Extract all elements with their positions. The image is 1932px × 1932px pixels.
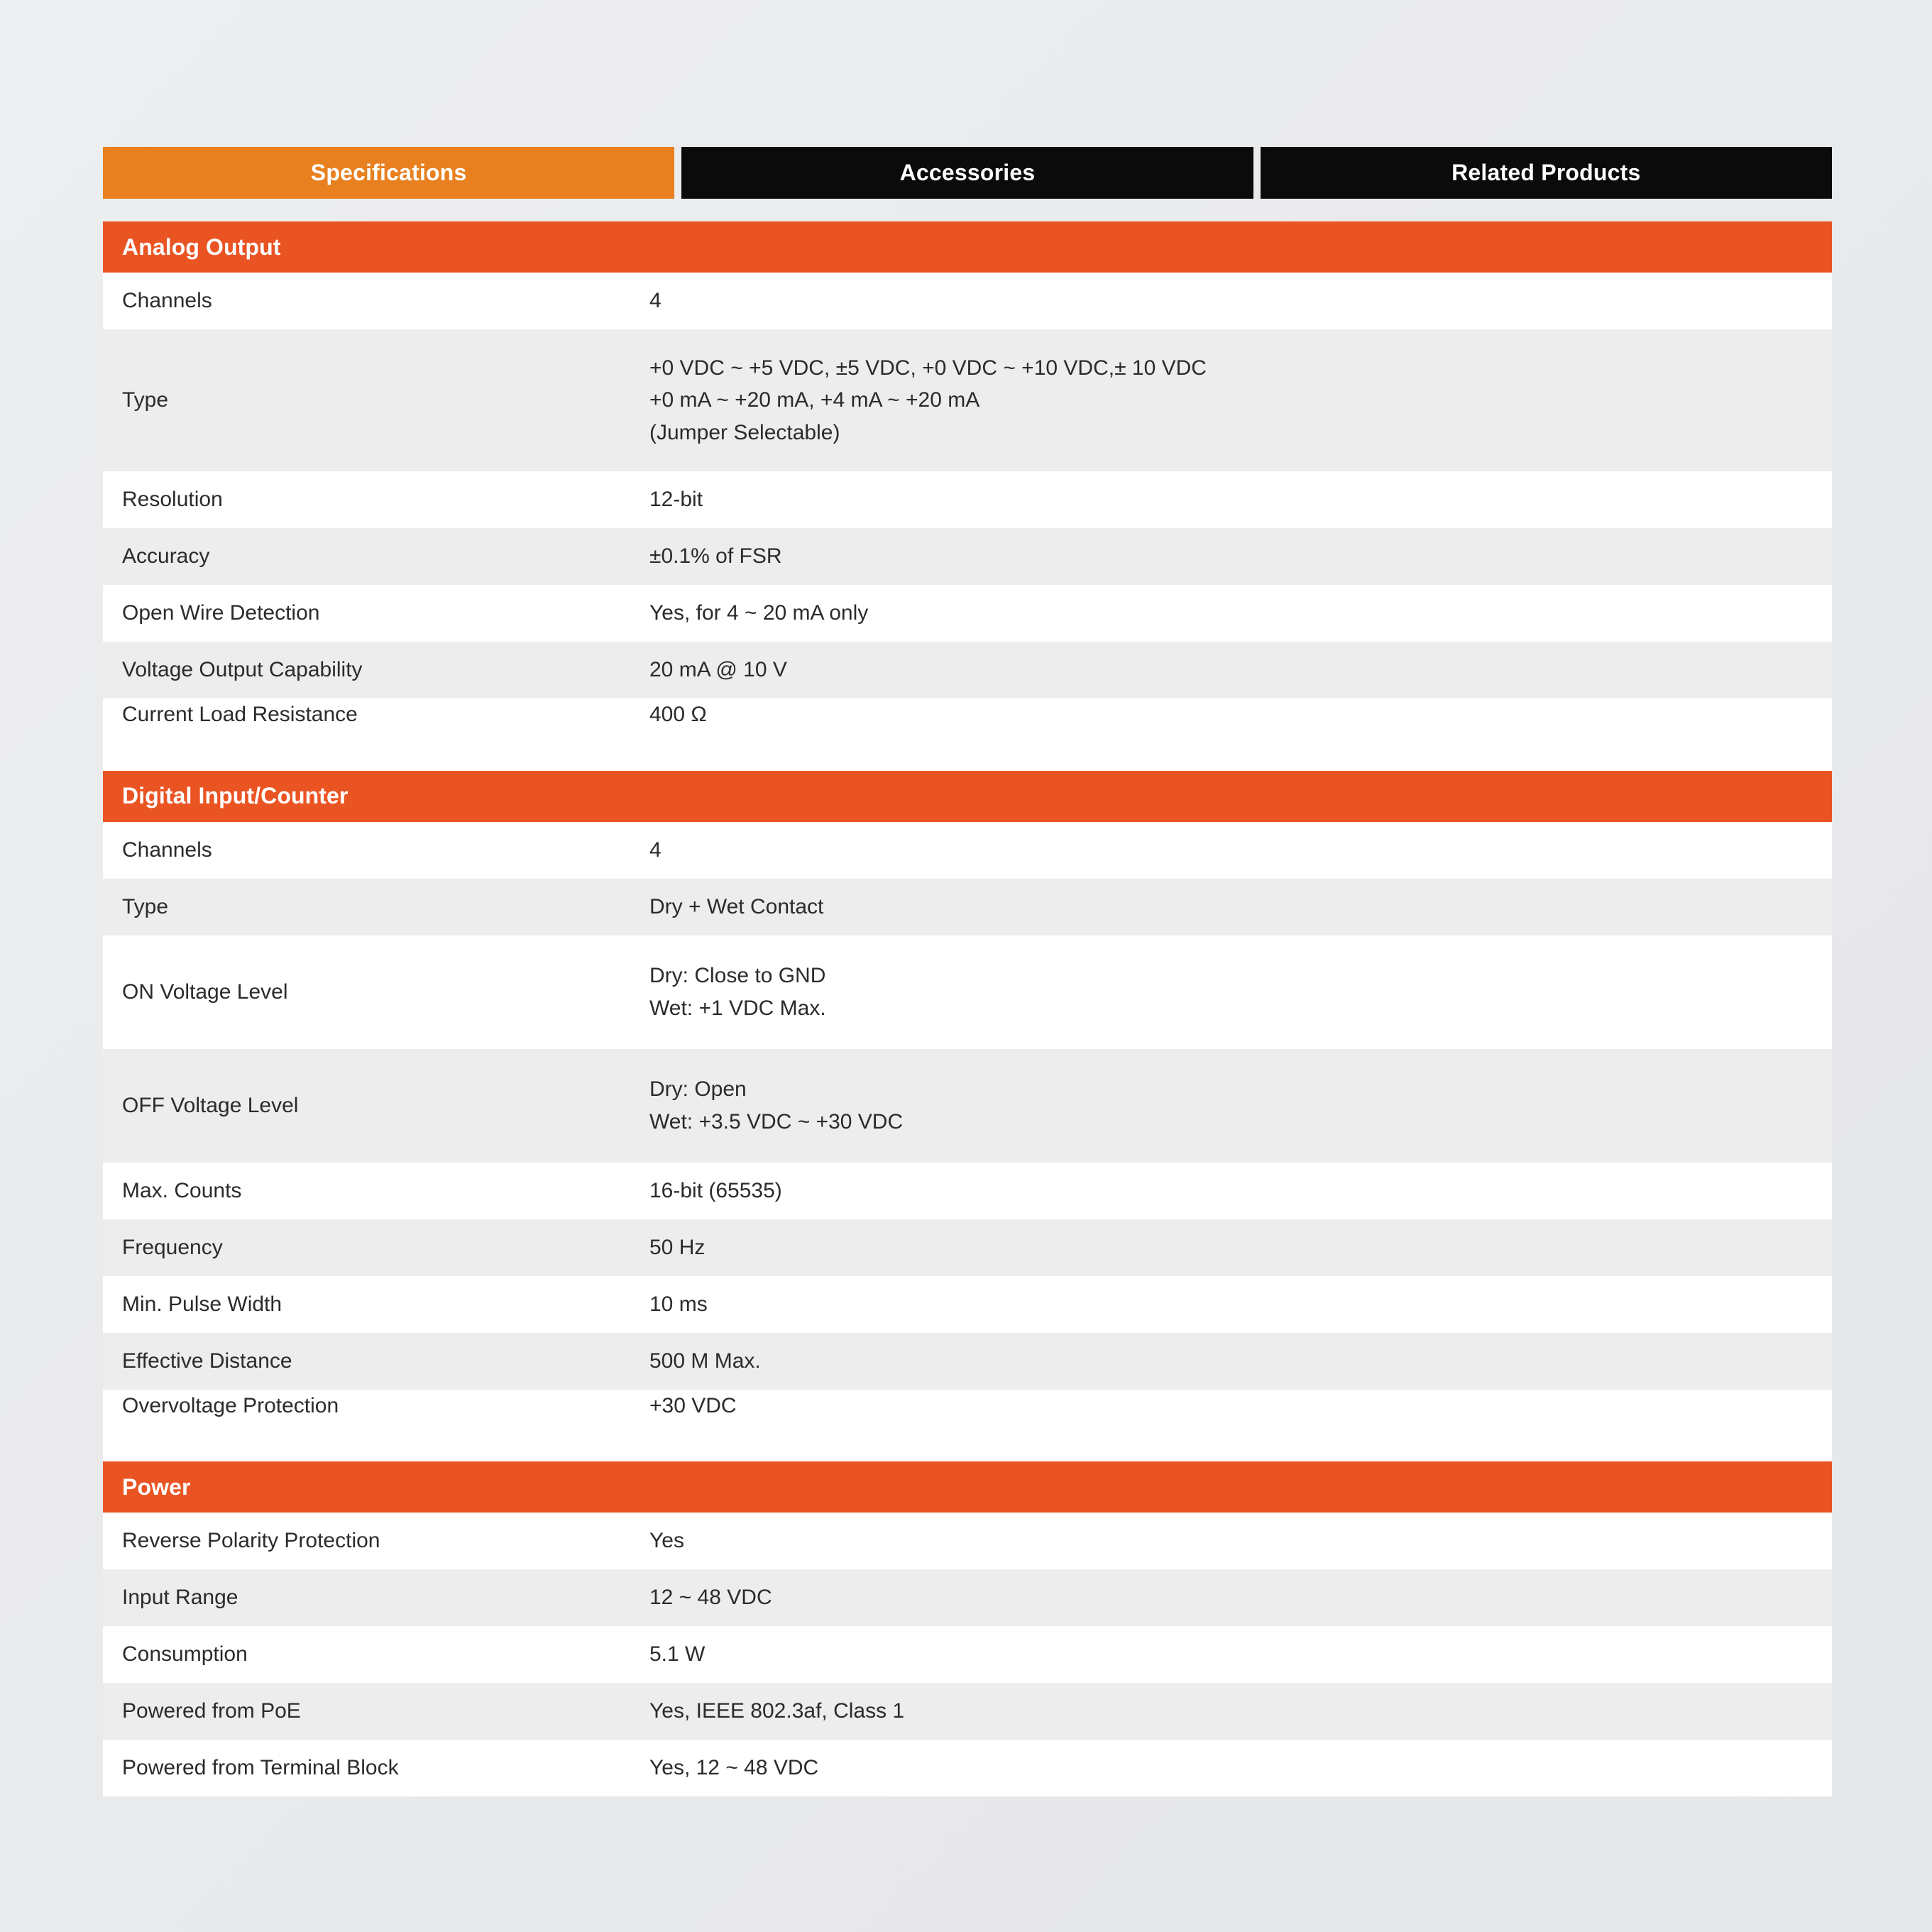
table-row: Channels 4 xyxy=(103,273,1832,329)
table-row: ON Voltage Level Dry: Close to GND Wet: +… xyxy=(103,935,1832,1049)
spec-label: Accuracy xyxy=(122,544,210,569)
section-header-analog-output: Analog Output xyxy=(103,221,1832,273)
spec-content: Specifications Accessories Related Product… xyxy=(103,147,1832,1797)
spec-value: Yes xyxy=(649,1529,684,1553)
spec-section: Power Reverse Polarity Protection Yes Input… xyxy=(103,1461,1832,1797)
spec-value: Yes, 12 ~ 48 VDC xyxy=(649,1756,819,1780)
table-row: Powered from PoE Yes, IEEE 802.3af, Class… xyxy=(103,1683,1832,1740)
spec-value: 12 ~ 48 VDC xyxy=(649,1586,772,1610)
spec-label: OFF Voltage Level xyxy=(122,1093,299,1117)
spec-value: 16-bit (65535) xyxy=(649,1178,782,1202)
spec-label: Powered from Terminal Block xyxy=(122,1756,399,1780)
table-row: Effective Distance 500 M Max. xyxy=(103,1332,1832,1390)
table-row: Open Wire Detection Yes, for 4 ~ 20 mA on… xyxy=(103,585,1832,642)
table-row: Reverse Polarity Protection Yes xyxy=(103,1513,1832,1570)
product-tab-bar: Specifications Accessories Related Product… xyxy=(103,147,1832,199)
spec-value: 50 Hz xyxy=(649,1235,706,1259)
section-header-power: Power xyxy=(103,1461,1832,1513)
spec-label: Channels xyxy=(122,838,212,862)
spec-label: Input Range xyxy=(122,1586,238,1610)
spec-label: Type xyxy=(122,388,169,412)
table-row: Powered from Terminal Block Yes, 12 ~ 48 … xyxy=(103,1740,1832,1797)
spec-section: Analog Output Channels 4 Type +0 VDC ~ +5 VD… xyxy=(103,221,1832,771)
spec-value: 12-bit xyxy=(649,488,703,512)
spec-label: Channels xyxy=(122,289,212,313)
tab-accessories[interactable]: Accessories xyxy=(681,147,1253,199)
spec-value: ±0.1% of FSR xyxy=(649,544,782,569)
section-header-digital-input-counter: Digital Input/Counter xyxy=(103,770,1832,822)
tab-specifications[interactable]: Specifications xyxy=(103,147,675,199)
table-row: Type +0 VDC ~ +5 VDC, ±5 VDC, +0 VDC ~ +1… xyxy=(103,329,1832,471)
spec-label: Overvoltage Protection xyxy=(122,1393,339,1417)
table-row: Overvoltage Protection +30 VDC xyxy=(103,1389,1832,1462)
tab-related-products[interactable]: Related Products xyxy=(1260,147,1832,199)
spec-value: 4 xyxy=(649,289,662,313)
spec-label: ON Voltage Level xyxy=(122,979,288,1004)
table-row: Consumption 5.1 W xyxy=(103,1626,1832,1684)
spec-section: Digital Input/Counter Channels 4 Type Dry + … xyxy=(103,770,1832,1462)
spec-value: Dry: Close to GND Wet: +1 VDC Max. xyxy=(649,964,826,1020)
spec-label: Voltage Output Capability xyxy=(122,658,363,682)
spec-label: Frequency xyxy=(122,1235,223,1259)
spec-label: Current Load Resistance xyxy=(122,703,358,727)
spec-label: Open Wire Detection xyxy=(122,601,320,625)
spec-label: Min. Pulse Width xyxy=(122,1292,282,1316)
table-row: Input Range 12 ~ 48 VDC xyxy=(103,1569,1832,1627)
spec-value: Yes, IEEE 802.3af, Class 1 xyxy=(649,1699,905,1723)
table-row: OFF Voltage Level Dry: Open Wet: +3.5 VDC… xyxy=(103,1048,1832,1163)
table-row: Resolution 12-bit xyxy=(103,471,1832,528)
spec-value: +0 VDC ~ +5 VDC, ±5 VDC, +0 VDC ~ +10 VD… xyxy=(649,356,1207,444)
spec-value: Dry: Open Wet: +3.5 VDC ~ +30 VDC xyxy=(649,1077,904,1134)
spec-value: +30 VDC xyxy=(649,1393,737,1417)
spec-label: Consumption xyxy=(122,1642,248,1667)
page-root: Specifications Accessories Related Product… xyxy=(0,0,1932,1932)
spec-value: Yes, for 4 ~ 20 mA only xyxy=(649,601,869,625)
table-row: Min. Pulse Width 10 ms xyxy=(103,1275,1832,1333)
spec-value: 400 Ω xyxy=(649,703,707,726)
table-row: Type Dry + Wet Contact xyxy=(103,878,1832,935)
spec-value: 4 xyxy=(649,838,662,862)
specifications-table: Analog Output Channels 4 Type +0 VDC ~ +5 VD… xyxy=(103,221,1832,1797)
spec-label: Effective Distance xyxy=(122,1349,292,1373)
spec-label: Resolution xyxy=(122,488,223,512)
spec-value: 10 ms xyxy=(649,1292,708,1316)
spec-label: Type xyxy=(122,894,169,918)
table-row: Current Load Resistance 400 Ω xyxy=(103,698,1832,771)
table-row: Channels 4 xyxy=(103,821,1832,879)
spec-label: Powered from PoE xyxy=(122,1699,301,1723)
spec-value: 5.1 W xyxy=(649,1642,706,1667)
spec-value: Dry + Wet Contact xyxy=(649,894,824,918)
spec-label: Max. Counts xyxy=(122,1178,242,1202)
table-row: Accuracy ±0.1% of FSR xyxy=(103,528,1832,585)
spec-value: 500 M Max. xyxy=(649,1349,761,1373)
spec-value: 20 mA @ 10 V xyxy=(649,658,787,682)
table-row: Max. Counts 16-bit (65535) xyxy=(103,1162,1832,1219)
spec-label: Reverse Polarity Protection xyxy=(122,1529,380,1553)
table-row: Frequency 50 Hz xyxy=(103,1219,1832,1276)
table-row: Voltage Output Capability 20 mA @ 10 V xyxy=(103,642,1832,698)
